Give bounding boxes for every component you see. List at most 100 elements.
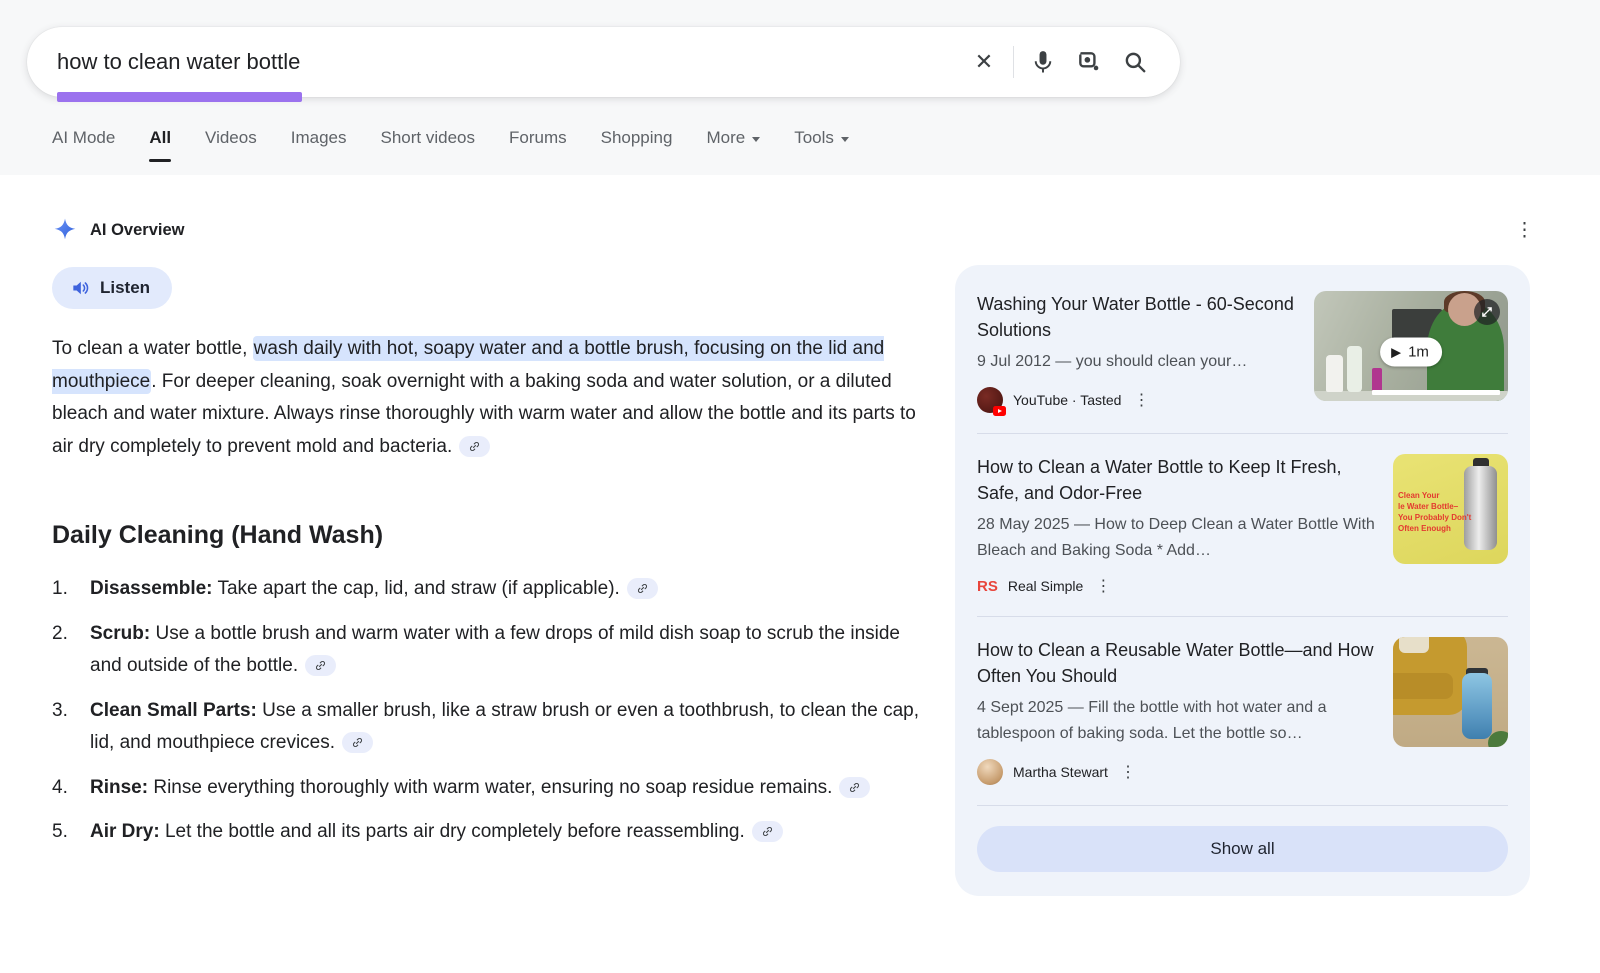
top-band: how to clean water bottle ✕ (0, 0, 1600, 175)
list-item: 1. Disassemble: Take apart the cap, lid,… (52, 573, 924, 606)
card-snippet: 9 Jul 2012 — you should clean your… (977, 349, 1298, 375)
step-text: Let the bottle and all its parts air dry… (165, 821, 745, 842)
step-text: Use a bottle brush and warm water with a… (90, 623, 900, 677)
source-link-chip[interactable] (627, 578, 658, 599)
video-duration: 1m (1408, 343, 1429, 360)
clear-button[interactable]: ✕ (961, 39, 1007, 85)
main-content: AI Overview ⋮ Listen To clean a water bo… (0, 175, 1600, 973)
divider (977, 805, 1508, 806)
card-snippet: 28 May 2025 — How to Deep Clean a Water … (977, 512, 1377, 564)
divider (1013, 46, 1014, 78)
listen-button[interactable]: Listen (52, 267, 172, 309)
expand-icon[interactable] (1474, 299, 1500, 325)
overview-more-menu-button[interactable]: ⋮ (1515, 221, 1534, 240)
play-button[interactable]: ▶ 1m (1380, 337, 1442, 366)
cleaning-steps-list: 1. Disassemble: Take apart the cap, lid,… (52, 573, 924, 861)
audio-progress-bar (57, 92, 302, 102)
paragraph-text: To clean a water bottle, (52, 338, 253, 359)
tab-videos[interactable]: Videos (205, 128, 257, 162)
step-number: 1. (52, 573, 82, 606)
search-results-page: how to clean water bottle ✕ (0, 0, 1600, 973)
step-text: Rinse everything thoroughly with warm wa… (153, 777, 832, 798)
real-simple-logo: RS (977, 578, 998, 595)
card-source-row: YouTube · Tasted ⋮ (977, 387, 1298, 413)
search-input[interactable]: how to clean water bottle (57, 49, 961, 75)
ai-overview-header: AI Overview ⋮ (52, 217, 1534, 243)
chevron-down-icon (841, 137, 849, 142)
search-actions: ✕ (961, 39, 1158, 85)
step-number: 5. (52, 816, 82, 849)
divider (977, 433, 1508, 434)
ai-overview-title: AI Overview (90, 221, 184, 240)
video-progress-bar (1372, 390, 1500, 395)
source-link-chip[interactable] (305, 655, 336, 676)
microphone-icon (1030, 49, 1056, 75)
google-lens-icon (1076, 49, 1102, 75)
step-label: Clean Small Parts: (90, 700, 257, 721)
chevron-down-icon (752, 137, 760, 142)
result-card-youtube: Washing Your Water Bottle - 60-Second So… (977, 291, 1508, 413)
tab-tools[interactable]: Tools (794, 128, 849, 162)
tab-shopping[interactable]: Shopping (601, 128, 673, 162)
divider (977, 616, 1508, 617)
lens-search-button[interactable] (1066, 39, 1112, 85)
source-link-chip[interactable] (342, 732, 373, 753)
voice-search-button[interactable] (1020, 39, 1066, 85)
show-all-button[interactable]: Show all (977, 826, 1508, 872)
search-icon (1122, 49, 1148, 75)
tab-all[interactable]: All (149, 128, 171, 162)
step-number: 3. (52, 695, 82, 760)
step-label: Air Dry: (90, 821, 160, 842)
tab-images[interactable]: Images (291, 128, 347, 162)
ai-overview-paragraph: To clean a water bottle, wash daily with… (52, 333, 922, 463)
search-bar[interactable]: how to clean water bottle ✕ (27, 27, 1180, 97)
card-more-menu-button[interactable]: ⋮ (1133, 390, 1149, 410)
card-snippet: 4 Sept 2025 — Fill the bottle with hot w… (977, 695, 1377, 747)
source-link-chip[interactable] (839, 777, 870, 798)
card-source-row: RS Real Simple ⋮ (977, 576, 1377, 596)
card-title-link[interactable]: How to Clean a Reusable Water Bottle—and… (977, 637, 1377, 689)
article-thumbnail[interactable] (1393, 637, 1508, 747)
source-label: Real Simple (1008, 578, 1083, 594)
thumbnail-overlay-text: Clean Your le Water Bottle– You Probably… (1398, 490, 1471, 534)
list-item: 5. Air Dry: Let the bottle and all its p… (52, 816, 924, 849)
tab-forums[interactable]: Forums (509, 128, 567, 162)
card-more-menu-button[interactable]: ⋮ (1120, 762, 1136, 782)
source-label: Martha Stewart (1013, 764, 1108, 780)
step-number: 4. (52, 772, 82, 805)
martha-stewart-avatar (977, 759, 1003, 785)
ai-sparkle-icon (52, 217, 78, 243)
source-link-chip[interactable] (752, 821, 783, 842)
step-label: Scrub: (90, 623, 150, 644)
tab-ai-mode[interactable]: AI Mode (52, 128, 115, 162)
step-label: Rinse: (90, 777, 148, 798)
tab-short-videos[interactable]: Short videos (380, 128, 475, 162)
card-more-menu-button[interactable]: ⋮ (1095, 576, 1111, 596)
step-label: Disassemble: (90, 578, 213, 599)
video-thumbnail[interactable]: ▶ 1m (1314, 291, 1508, 401)
article-thumbnail[interactable]: Clean Your le Water Bottle– You Probably… (1393, 454, 1508, 564)
result-card-martha-stewart: How to Clean a Reusable Water Bottle—and… (977, 637, 1508, 785)
list-item: 3. Clean Small Parts: Use a smaller brus… (52, 695, 924, 760)
search-submit-button[interactable] (1112, 39, 1158, 85)
tab-more[interactable]: More (706, 128, 760, 162)
listen-label: Listen (100, 278, 150, 298)
card-title-link[interactable]: Washing Your Water Bottle - 60-Second So… (977, 291, 1298, 343)
speaker-icon (70, 278, 90, 298)
card-source-row: Martha Stewart ⋮ (977, 759, 1377, 785)
card-title-link[interactable]: How to Clean a Water Bottle to Keep It F… (977, 454, 1377, 506)
step-number: 2. (52, 618, 82, 683)
list-item: 4. Rinse: Rinse everything thoroughly wi… (52, 772, 924, 805)
list-item: 2. Scrub: Use a bottle brush and warm wa… (52, 618, 924, 683)
play-icon: ▶ (1391, 345, 1401, 358)
section-heading: Daily Cleaning (Hand Wash) (52, 521, 383, 550)
results-tab-bar: AI Mode All Videos Images Short videos F… (52, 128, 849, 162)
step-text: Take apart the cap, lid, and straw (if a… (217, 578, 619, 599)
source-link-chip[interactable] (459, 436, 490, 457)
source-label: YouTube · Tasted (1013, 392, 1121, 408)
youtube-icon (993, 406, 1006, 416)
result-card-real-simple: How to Clean a Water Bottle to Keep It F… (977, 454, 1508, 596)
sources-sidebar: Washing Your Water Bottle - 60-Second So… (955, 265, 1530, 896)
close-icon: ✕ (975, 49, 993, 75)
youtube-channel-avatar (977, 387, 1003, 413)
